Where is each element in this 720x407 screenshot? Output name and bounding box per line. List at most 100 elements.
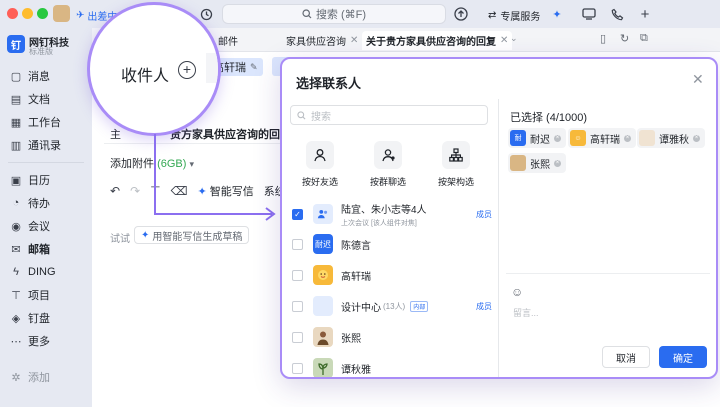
select-contacts-dialog: 选择联系人 ✕ 搜索 按好友选 按群聊选 按架构选 ✓ 陆宜、朱小志等4人 上次… [280,57,718,379]
contact-row[interactable]: 高轩瑞 [290,260,492,290]
plane-icon: ✈ [76,10,85,21]
new-plus-icon[interactable]: + [636,5,654,23]
sidebar-add-button[interactable]: ✲ 添加 [6,367,88,387]
tab-mail[interactable]: 邮件 [214,31,242,50]
portrait-avatar-icon [510,155,526,171]
add-recipient-plus-icon[interactable]: + [178,61,196,79]
sidebar-item-docs[interactable]: ▤ 文档 [6,89,88,109]
sidebar-item-workbench[interactable]: ▦ 工作台 [6,112,88,132]
tab-furniture-inquiry[interactable]: 家具供应咨询 ✕ [282,31,362,50]
contact-name: 高轩瑞 [341,271,371,283]
portrait-avatar-icon [639,130,655,146]
tab-reply-furniture-inquiry[interactable]: 关于贵方家具供应咨询的回复 ✕ [362,31,513,50]
selected-chip[interactable]: 张熙 × [508,153,566,173]
cancel-button[interactable]: 取消 [602,346,650,368]
sidebar-item-drive[interactable]: ◈ 钉盘 [6,308,88,328]
emoji-icon[interactable]: ☺ [511,285,523,299]
open-external-icon[interactable]: ⧉ [640,32,648,45]
sidebar-item-contacts[interactable]: ▥ 通讯录 [6,135,88,155]
pick-by-group-chat-button[interactable]: 按群聊选 [358,141,418,188]
upload-icon[interactable] [452,5,470,23]
close-tab-icon[interactable]: ✕ [350,35,358,46]
sidebar-item-messages[interactable]: ▢ 消息 [6,66,88,86]
workbench-icon: ▦ [10,116,22,129]
user-avatar[interactable] [53,5,70,22]
sidebar-item-mail[interactable]: ✉ 邮箱 [6,239,88,259]
screen-share-icon[interactable] [580,5,598,23]
avatar: 耐 [510,130,526,146]
project-icon: ⊤ [11,289,21,302]
contact-name: 谭秋雅 [341,364,371,376]
contact-row[interactable]: 耐迟 陈德言 [290,229,492,259]
close-window-button[interactable] [7,8,18,19]
pick-by-org-button[interactable]: 按架构选 [426,141,486,188]
contact-name: 陈德言 [341,240,371,252]
contact-row[interactable]: 谭秋雅 [290,353,492,377]
contacts-icon: ▥ [10,139,22,152]
ai-assistant-icon[interactable]: ✦ [548,5,566,23]
close-tab-icon[interactable]: ✕ [500,35,508,46]
split-view-icon[interactable]: ▯ [600,32,606,45]
contact-name: 设计中心 [341,302,381,314]
member-tag: 成员 [476,209,492,219]
remove-chip-icon[interactable]: × [624,134,631,142]
remove-chip-icon[interactable]: × [554,134,561,142]
checkbox[interactable] [292,362,303,374]
close-icon[interactable]: ✕ [692,71,704,88]
calendar-icon: ▣ [10,174,22,187]
search-icon [297,110,306,119]
phone-icon[interactable] [608,5,626,23]
message-input[interactable]: 留言... [513,306,539,319]
todo-icon: ◔ [12,197,20,209]
avatar: 耐迟 [313,234,333,254]
undo-icon[interactable]: ↶ [110,184,120,198]
callout-arrow [154,134,276,221]
checkbox[interactable] [292,238,303,250]
sidebar-item-project[interactable]: ⊤ 项目 [6,285,88,305]
minimize-window-button[interactable] [22,8,33,19]
contact-row[interactable]: 设计中心 (13人) 内部 成员 [290,291,492,321]
selected-count: 已选择 (4/1000) [510,112,588,124]
tab-overflow-chevron-icon[interactable]: ⌄ [510,33,518,44]
contact-search-input[interactable]: 搜索 [290,105,488,125]
contact-row[interactable]: 张熙 [290,322,492,352]
selected-chip[interactable]: ☺ 高轩瑞 × [568,128,636,148]
org-logo-icon: 钉 [7,35,25,53]
edit-icon[interactable]: ✎ [250,62,258,73]
dialog-title: 选择联系人 [296,76,362,91]
pick-by-friends-button[interactable]: 按好友选 [290,141,350,188]
group-icon [317,209,328,219]
member-count: (13人) [383,301,406,311]
refresh-icon[interactable]: ↻ [620,32,629,45]
selected-chip[interactable]: 谭雅秋 × [637,128,705,148]
magnifier-tab-strip [206,53,218,83]
checkbox[interactable] [292,269,303,281]
sidebar-item-calendar[interactable]: ▣ 日历 [6,170,88,190]
message-icon: ▢ [10,70,22,83]
dialog-column-divider [498,99,499,377]
global-search-input[interactable]: 搜索 (⌘F) [222,4,446,24]
remove-chip-icon[interactable]: × [693,134,700,142]
maximize-window-button[interactable] [37,8,48,19]
sidebar-item-meeting[interactable]: ◉ 会议 [6,216,88,236]
group-icon [374,141,402,169]
checkbox[interactable] [292,331,303,343]
avatar [313,358,333,377]
exclusive-service-button[interactable]: ⇄ 专属服务 [488,8,540,23]
avatar [313,327,333,347]
internal-badge: 内部 [410,300,429,312]
contact-row[interactable]: ✓ 陆宜、朱小志等4人 上次会议 [该人组件对焦] 成员 [290,199,492,229]
sidebar-item-more[interactable]: ⋯ 更多 [6,331,88,351]
avatar [313,265,333,285]
zoom-magnifier: 收件人 + [87,2,221,136]
person-icon [306,141,334,169]
sidebar-item-todo[interactable]: ◔ 待办 [6,193,88,213]
selected-chip[interactable]: 耐 耐迟 × [508,128,566,148]
checkbox[interactable] [292,300,303,312]
confirm-button[interactable]: 确定 [659,346,707,368]
redo-icon[interactable]: ↷ [130,184,140,198]
remove-chip-icon[interactable]: × [554,159,561,167]
org-plan: 标准版 [29,47,53,56]
sidebar-item-ding[interactable]: ϟ DING [6,262,88,282]
checkbox-checked[interactable]: ✓ [292,208,303,220]
